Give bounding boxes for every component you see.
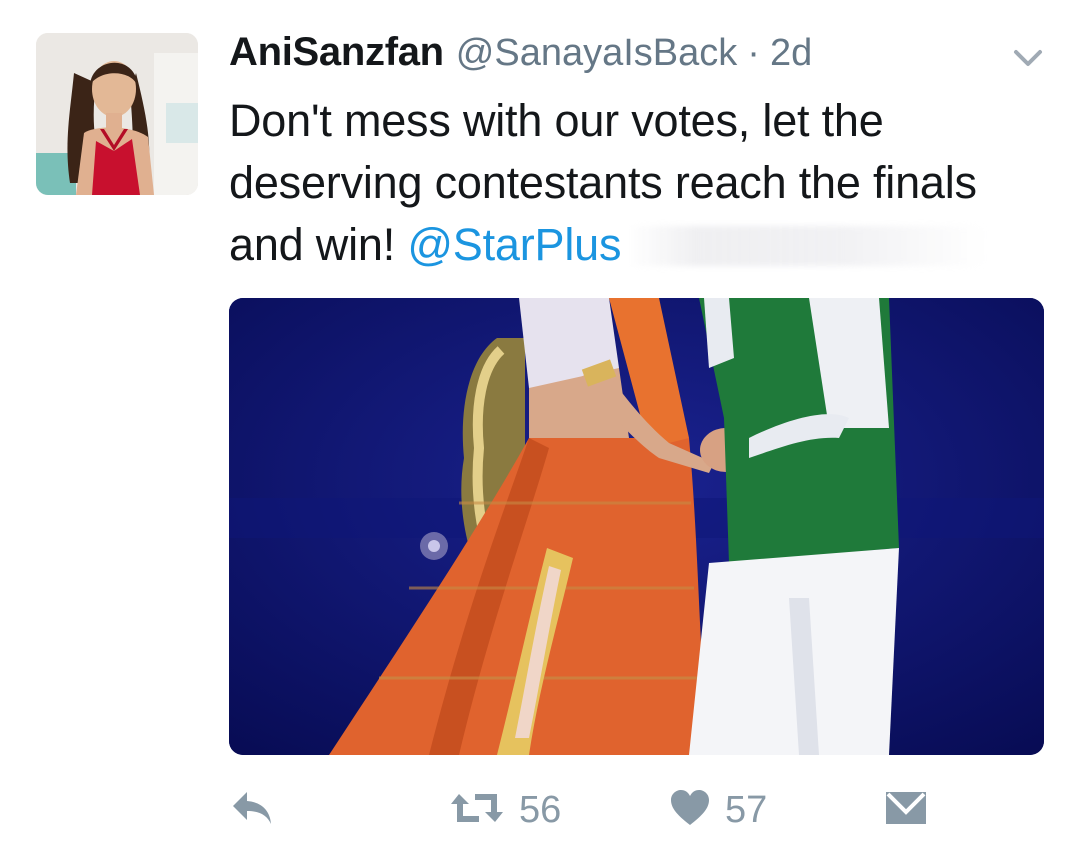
- retweet-count: 56: [519, 788, 562, 831]
- heart-icon: [669, 788, 711, 833]
- tweet-actions: 56 57: [229, 780, 1049, 840]
- like-count: 57: [725, 788, 768, 831]
- blurred-text-overlay: [627, 226, 988, 266]
- tweet-header: AniSanzfan @SanayaIsBack · 2d: [229, 30, 812, 86]
- tweet-media-image[interactable]: [229, 298, 1044, 755]
- user-handle[interactable]: @SanayaIsBack: [456, 32, 738, 75]
- direct-message-button[interactable]: [884, 780, 928, 840]
- separator-dot: ·: [747, 32, 760, 74]
- reply-icon: [229, 788, 275, 833]
- mention-link[interactable]: @StarPlus: [407, 219, 621, 270]
- direct-message-icon: [884, 788, 928, 833]
- timestamp[interactable]: 2d: [770, 32, 812, 75]
- reply-button[interactable]: [229, 780, 275, 840]
- chevron-down-icon[interactable]: [1010, 44, 1046, 72]
- display-name[interactable]: AniSanzfan: [229, 30, 444, 75]
- tweet-text: Don't mess with our votes, let the deser…: [229, 90, 1049, 276]
- tweet[interactable]: AniSanzfan @SanayaIsBack · 2d Don't mess…: [0, 0, 1080, 857]
- retweet-icon: [449, 788, 505, 833]
- like-button[interactable]: 57: [669, 780, 767, 840]
- avatar[interactable]: [36, 33, 198, 195]
- retweet-button[interactable]: 56: [449, 780, 561, 840]
